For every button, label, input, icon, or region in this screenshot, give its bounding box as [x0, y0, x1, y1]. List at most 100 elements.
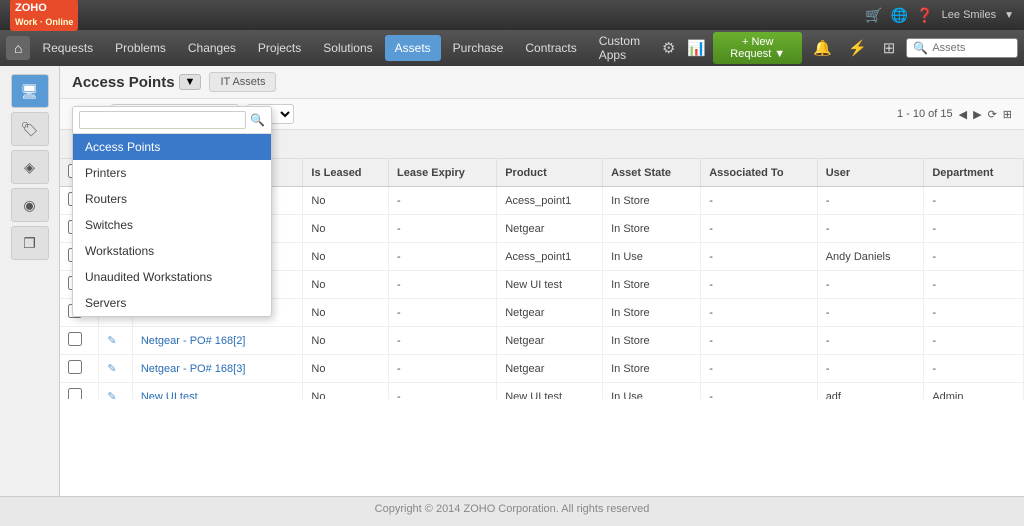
row-product: Netgear [497, 327, 603, 355]
row-product: Acess_point1 [497, 187, 603, 215]
row-user: - [817, 215, 924, 243]
nav-requests[interactable]: Requests [32, 35, 103, 61]
col-lease-expiry: Lease Expiry [389, 159, 497, 187]
it-assets-tab[interactable]: IT Assets [209, 72, 276, 92]
row-lease-expiry: - [389, 187, 497, 215]
row-asset-state: In Use [603, 243, 701, 271]
nav-changes[interactable]: Changes [178, 35, 246, 61]
row-asset-state: In Store [603, 187, 701, 215]
edit-icon[interactable]: ✎ [107, 335, 116, 347]
search-box[interactable]: 🔍 [906, 38, 1018, 58]
row-associated-to: - [701, 243, 818, 271]
cart-icon[interactable]: 🛒 [865, 7, 882, 24]
row-is-leased: No [303, 327, 389, 355]
row-associated-to: - [701, 215, 818, 243]
sidebar-cube-icon[interactable]: ◈ [11, 150, 49, 184]
dropdown-item-unaudited-workstations[interactable]: Unaudited Workstations [73, 264, 271, 290]
row-edit-cell: ✎ [99, 327, 132, 355]
dropdown-search-input[interactable] [79, 111, 246, 129]
new-request-button[interactable]: + New Request ▼ [713, 32, 802, 64]
row-user: adf [817, 383, 924, 400]
sidebar-box-icon[interactable]: ❐ [11, 226, 49, 260]
help-icon[interactable]: ❓ [916, 7, 933, 24]
row-lease-expiry: - [389, 215, 497, 243]
row-department: - [924, 327, 1024, 355]
row-department: - [924, 299, 1024, 327]
asset-name-link[interactable]: Netgear - PO# 168[2] [141, 335, 246, 347]
nav-projects[interactable]: Projects [248, 35, 311, 61]
next-page-icon[interactable]: ▶ [973, 108, 981, 121]
asset-type-dropdown: 🔍 Access Points Printers Routers Switche… [72, 106, 272, 317]
row-department: Admin [924, 383, 1024, 400]
row-associated-to: - [701, 271, 818, 299]
nav-problems[interactable]: Problems [105, 35, 176, 61]
title-dropdown-button[interactable]: ▼ [179, 74, 202, 90]
search-input[interactable] [932, 42, 1011, 54]
row-department: - [924, 271, 1024, 299]
row-product: Netgear [497, 215, 603, 243]
row-associated-to: - [701, 383, 818, 400]
row-is-leased: No [303, 215, 389, 243]
row-is-leased: No [303, 383, 389, 400]
dropdown-search-icon: 🔍 [250, 113, 265, 127]
dropdown-item-printers[interactable]: Printers [73, 160, 271, 186]
nav-solutions[interactable]: Solutions [313, 35, 382, 61]
edit-icon[interactable]: ✎ [107, 363, 116, 375]
row-asset-state: In Store [603, 215, 701, 243]
row-associated-to: - [701, 327, 818, 355]
logo-area: ZOHOWork · Online [10, 0, 78, 31]
chart-icon[interactable]: 📊 [682, 36, 711, 60]
asset-name-link[interactable]: Netgear - PO# 168[3] [141, 363, 246, 375]
dropdown-item-access-points[interactable]: Access Points [73, 134, 271, 160]
col-asset-state: Asset State [603, 159, 701, 187]
row-checkbox[interactable] [68, 388, 82, 399]
row-user: - [817, 271, 924, 299]
sidebar-assets-icon[interactable]: 🖥 [11, 74, 49, 108]
row-associated-to: - [701, 299, 818, 327]
refresh-icon[interactable]: ⟳ [988, 108, 997, 121]
row-lease-expiry: - [389, 299, 497, 327]
col-user: User [817, 159, 924, 187]
sidebar-tag-icon[interactable]: 🏷 [11, 112, 49, 146]
dropdown-search-area: 🔍 [73, 107, 271, 134]
asset-name-link[interactable]: New UI test [141, 391, 198, 400]
globe-icon[interactable]: 🌐 [891, 7, 908, 24]
edit-icon[interactable]: ✎ [107, 391, 116, 399]
row-edit-cell: ✎ [99, 355, 132, 383]
table-row: ✎ New UI test No - New UI test In Use - … [60, 383, 1024, 400]
row-lease-expiry: - [389, 383, 497, 400]
row-product: Netgear [497, 299, 603, 327]
row-asset-state: In Store [603, 271, 701, 299]
copyright-text: Copyright © 2014 ZOHO Corporation. All r… [375, 503, 650, 515]
row-lease-expiry: - [389, 271, 497, 299]
row-department: - [924, 243, 1024, 271]
row-name-cell: Netgear - PO# 168[2] [132, 327, 303, 355]
prev-page-icon[interactable]: ◀ [959, 108, 967, 121]
row-user: - [817, 327, 924, 355]
top-bar: ZOHOWork · Online 🛒 🌐 ❓ Lee Smiles ▼ [0, 0, 1024, 30]
row-is-leased: No [303, 243, 389, 271]
search-icon: 🔍 [913, 41, 928, 55]
row-checkbox[interactable] [68, 360, 82, 374]
dropdown-item-switches[interactable]: Switches [73, 212, 271, 238]
notification-bell-icon[interactable]: 🔔 [808, 36, 837, 60]
nav-assets[interactable]: Assets [385, 35, 441, 61]
home-button[interactable]: ⌂ [6, 36, 30, 60]
dropdown-item-workstations[interactable]: Workstations [73, 238, 271, 264]
columns-icon[interactable]: ⊞ [1003, 108, 1012, 121]
lightning-icon[interactable]: ⚡ [843, 36, 872, 60]
row-checkbox[interactable] [68, 332, 82, 346]
filter-right: 1 - 10 of 15 ◀ ▶ ⟳ ⊞ [897, 108, 1012, 121]
row-product: Acess_point1 [497, 243, 603, 271]
nav-contracts[interactable]: Contracts [515, 35, 586, 61]
nav-custom-apps[interactable]: Custom Apps [589, 28, 655, 68]
dropdown-item-servers[interactable]: Servers [73, 290, 271, 316]
user-dropdown-icon[interactable]: ▼ [1004, 10, 1014, 21]
nav-purchase[interactable]: Purchase [443, 35, 514, 61]
dropdown-item-routers[interactable]: Routers [73, 186, 271, 212]
sidebar-shield-icon[interactable]: ◉ [11, 188, 49, 222]
row-checkbox-cell [60, 383, 99, 400]
row-checkbox-cell [60, 355, 99, 383]
grid-icon[interactable]: ⊞ [878, 36, 901, 60]
settings-icon[interactable]: ⚙ [657, 36, 680, 60]
